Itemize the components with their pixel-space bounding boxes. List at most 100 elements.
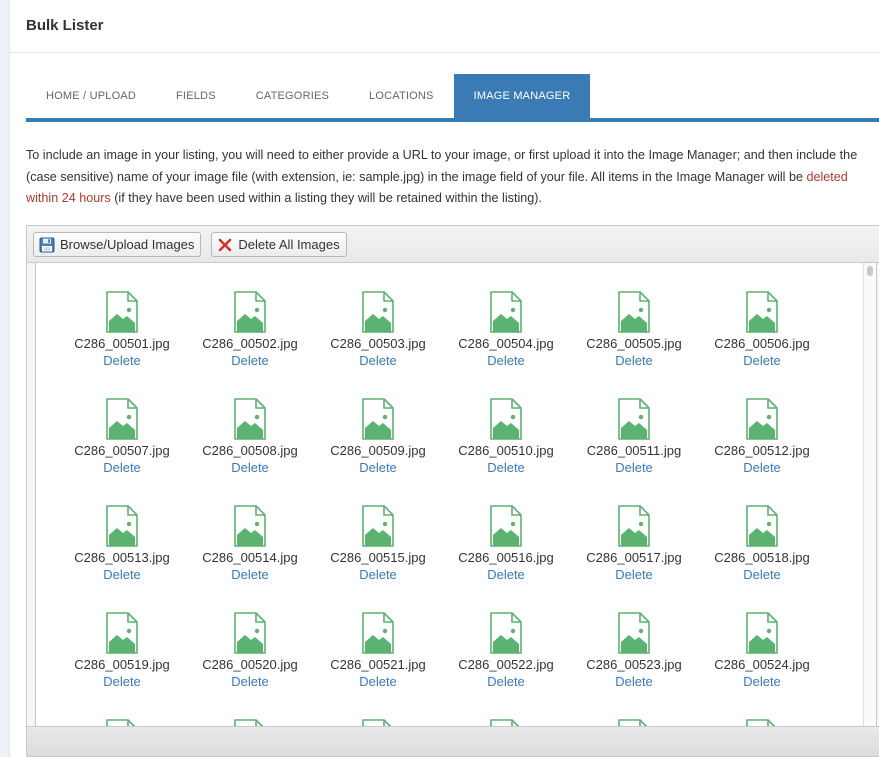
image-delete-link[interactable]: Delete xyxy=(487,566,525,583)
image-delete-link[interactable]: Delete xyxy=(103,673,141,690)
image-file-name: C286_00522.jpg xyxy=(458,657,554,672)
image-file-name: C286_00524.jpg xyxy=(714,657,810,672)
image-file-icon xyxy=(489,398,523,440)
image-delete-link[interactable]: Delete xyxy=(743,673,781,690)
image-file-icon xyxy=(489,505,523,547)
delete-all-label: Delete All Images xyxy=(238,237,340,252)
image-file-icon xyxy=(233,505,267,547)
browse-upload-button[interactable]: Browse/Upload Images xyxy=(33,232,202,257)
image-file-item: C286_00502.jpg Delete xyxy=(200,291,300,369)
image-delete-link[interactable]: Delete xyxy=(615,566,653,583)
image-file-name: C286_00523.jpg xyxy=(586,657,682,672)
image-delete-link[interactable]: Delete xyxy=(103,459,141,476)
tab-categories[interactable]: CATEGORIES xyxy=(236,74,349,118)
image-file-icon xyxy=(361,291,395,333)
image-file-item: C286_00510.jpg Delete xyxy=(456,398,556,476)
tab-bar: HOME / UPLOAD FIELDS CATEGORIES LOCATION… xyxy=(26,74,879,122)
image-file-item: C286_00517.jpg Delete xyxy=(584,505,684,583)
image-file-name: C286_00502.jpg xyxy=(202,336,298,351)
image-file-item: C286_00508.jpg Delete xyxy=(200,398,300,476)
image-delete-link[interactable]: Delete xyxy=(359,566,397,583)
image-file-icon xyxy=(105,291,139,333)
image-grid: C286_00501.jpg Delete C286_00502.jpg Delete… xyxy=(72,291,852,727)
delete-all-images-button[interactable]: Delete All Images xyxy=(211,232,347,257)
scrollbar-thumb[interactable] xyxy=(867,266,873,276)
image-file-icon xyxy=(617,398,651,440)
image-file-icon xyxy=(489,612,523,654)
image-file-item: C286_00514.jpg Delete xyxy=(200,505,300,583)
image-manager-toolbar: Browse/Upload Images Delete All Images xyxy=(27,226,879,263)
image-file-name: C286_00501.jpg xyxy=(74,336,170,351)
image-delete-link[interactable]: Delete xyxy=(231,673,269,690)
image-file-icon xyxy=(233,612,267,654)
image-delete-link[interactable]: Delete xyxy=(231,459,269,476)
bulk-lister-panel: Bulk Lister HOME / UPLOAD FIELDS CATEGOR… xyxy=(9,0,879,757)
image-file-name: C286_00507.jpg xyxy=(74,443,170,458)
tab-fields[interactable]: FIELDS xyxy=(156,74,236,118)
image-file-name: C286_00515.jpg xyxy=(330,550,426,565)
image-file-name: C286_00516.jpg xyxy=(458,550,554,565)
image-file-icon xyxy=(105,505,139,547)
image-file-icon xyxy=(489,291,523,333)
image-file-item: C286_00506.jpg Delete xyxy=(712,291,812,369)
image-delete-link[interactable]: Delete xyxy=(487,459,525,476)
image-delete-link[interactable]: Delete xyxy=(103,352,141,369)
image-file-icon xyxy=(361,612,395,654)
image-file-name: C286_00510.jpg xyxy=(458,443,554,458)
image-delete-link[interactable]: Delete xyxy=(743,566,781,583)
image-file-name: C286_00514.jpg xyxy=(202,550,298,565)
tab-locations[interactable]: LOCATIONS xyxy=(349,74,454,118)
image-file-icon xyxy=(105,612,139,654)
image-file-name: C286_00519.jpg xyxy=(74,657,170,672)
image-delete-link[interactable]: Delete xyxy=(103,566,141,583)
image-file-name: C286_00511.jpg xyxy=(586,443,682,458)
image-file-icon xyxy=(361,398,395,440)
image-file-icon xyxy=(105,398,139,440)
image-file-name: C286_00504.jpg xyxy=(458,336,554,351)
intro-text-part2: (if they have been used within a listing… xyxy=(110,191,542,205)
image-file-icon xyxy=(233,398,267,440)
image-delete-link[interactable]: Delete xyxy=(231,352,269,369)
image-file-item: C286_00503.jpg Delete xyxy=(328,291,428,369)
image-file-item: C286_00501.jpg Delete xyxy=(72,291,172,369)
image-file-item: C286_00504.jpg Delete xyxy=(456,291,556,369)
image-grid-viewport: C286_00501.jpg Delete C286_00502.jpg Delete… xyxy=(35,263,877,728)
image-delete-link[interactable]: Delete xyxy=(743,459,781,476)
image-delete-link[interactable]: Delete xyxy=(359,673,397,690)
image-file-name: C286_00517.jpg xyxy=(586,550,682,565)
panel-header: Bulk Lister xyxy=(10,0,879,53)
image-file-name: C286_00520.jpg xyxy=(202,657,298,672)
image-delete-link[interactable]: Delete xyxy=(359,459,397,476)
image-file-name: C286_00505.jpg xyxy=(586,336,682,351)
tab-home-upload[interactable]: HOME / UPLOAD xyxy=(26,74,156,118)
image-file-name: C286_00503.jpg xyxy=(330,336,426,351)
image-file-name: C286_00521.jpg xyxy=(330,657,426,672)
image-delete-link[interactable]: Delete xyxy=(615,352,653,369)
image-file-icon xyxy=(233,291,267,333)
image-delete-link[interactable]: Delete xyxy=(743,352,781,369)
tab-image-manager[interactable]: IMAGE MANAGER xyxy=(453,74,591,118)
image-file-item: C286_00512.jpg Delete xyxy=(712,398,812,476)
image-file-item: C286_00505.jpg Delete xyxy=(584,291,684,369)
floppy-disk-icon xyxy=(39,237,55,253)
image-delete-link[interactable]: Delete xyxy=(615,673,653,690)
image-file-item: C286_00511.jpg Delete xyxy=(584,398,684,476)
image-file-icon xyxy=(617,291,651,333)
image-file-name: C286_00513.jpg xyxy=(74,550,170,565)
image-delete-link[interactable]: Delete xyxy=(359,352,397,369)
grid-scrollbar[interactable] xyxy=(863,263,876,727)
image-file-icon xyxy=(361,505,395,547)
image-file-icon xyxy=(745,291,779,333)
image-file-icon xyxy=(745,398,779,440)
panel-title: Bulk Lister xyxy=(26,17,104,34)
image-delete-link[interactable]: Delete xyxy=(487,673,525,690)
image-file-name: C286_00518.jpg xyxy=(714,550,810,565)
image-file-name: C286_00506.jpg xyxy=(714,336,810,351)
browse-upload-label: Browse/Upload Images xyxy=(60,237,195,252)
image-delete-link[interactable]: Delete xyxy=(487,352,525,369)
image-file-name: C286_00508.jpg xyxy=(202,443,298,458)
image-delete-link[interactable]: Delete xyxy=(615,459,653,476)
image-delete-link[interactable]: Delete xyxy=(231,566,269,583)
image-file-item: C286_00516.jpg Delete xyxy=(456,505,556,583)
image-file-item: C286_00507.jpg Delete xyxy=(72,398,172,476)
